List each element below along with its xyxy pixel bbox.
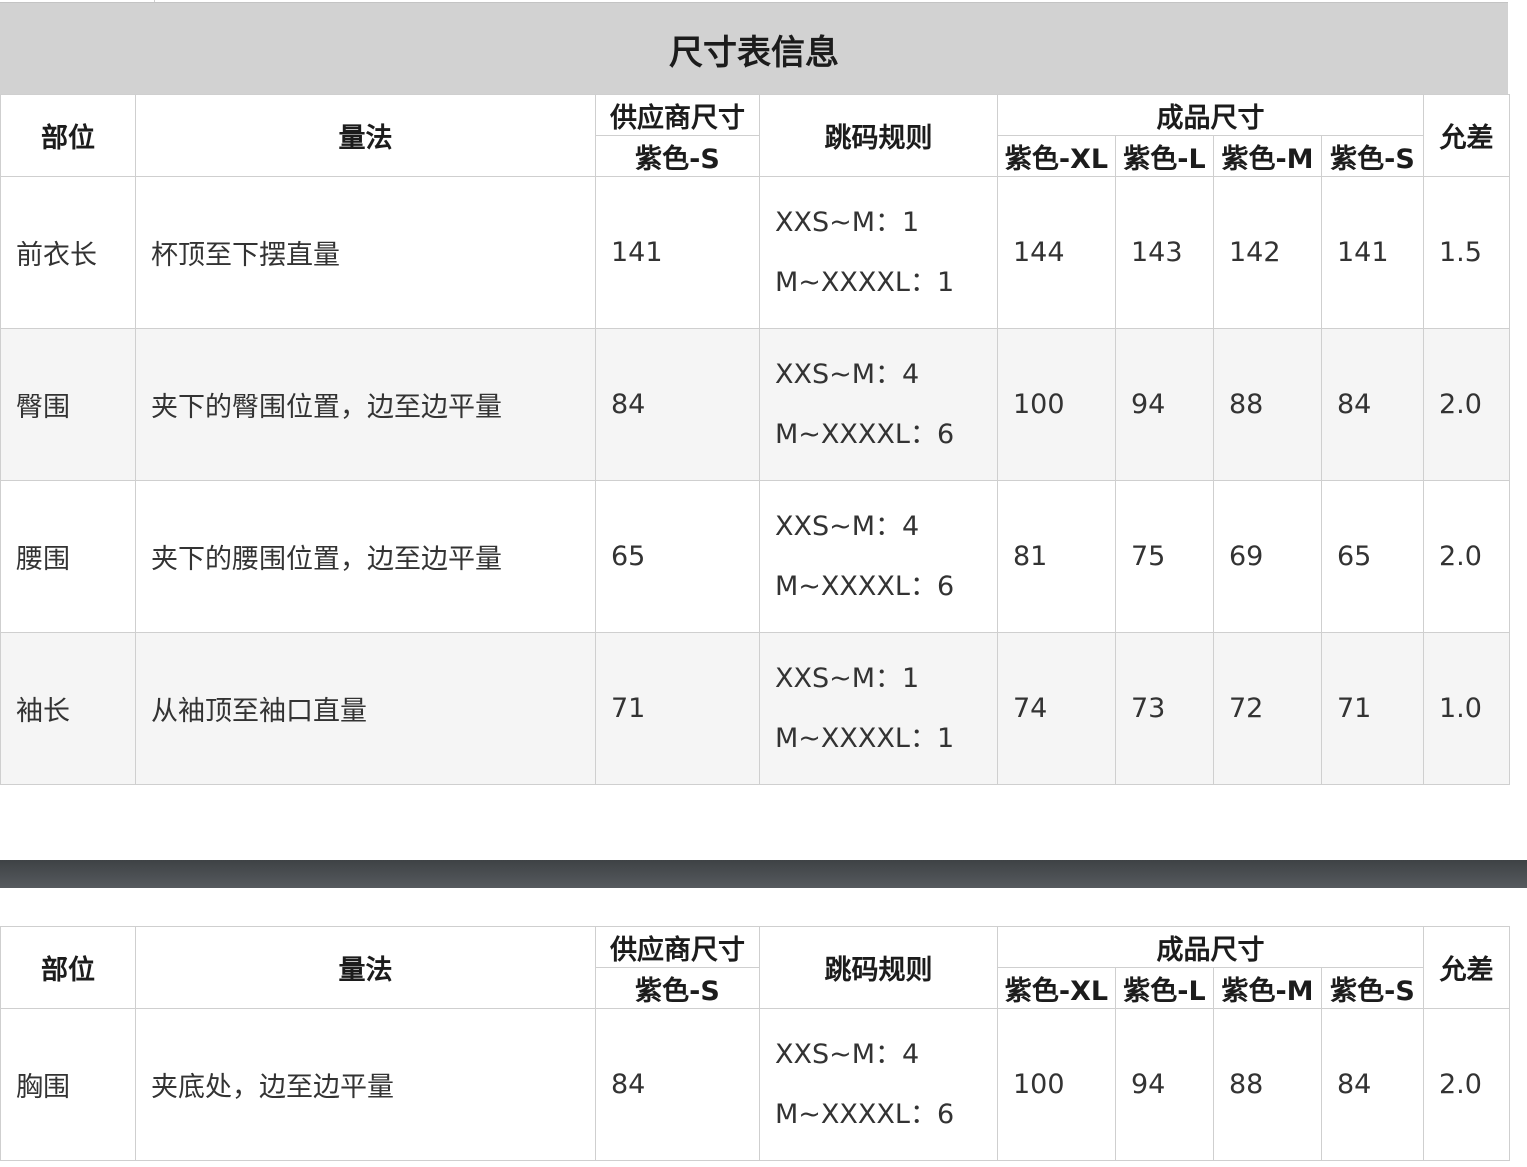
- header-jump-rule: 跳码规则: [759, 926, 998, 1009]
- rule-line: M~XXXXL：1: [775, 266, 955, 298]
- header-supplier-size: 供应商尺寸: [595, 926, 760, 968]
- cell-l: 143: [1115, 176, 1214, 329]
- cell-xl: 100: [997, 1008, 1116, 1161]
- cell-s: 71: [1321, 632, 1424, 785]
- cell-xl: 100: [997, 328, 1116, 481]
- cell-jump-rule: XXS~M：4 M~XXXXL：6: [759, 1008, 998, 1161]
- header-variant-xl: 紫色-XL: [997, 135, 1116, 177]
- cell-l: 94: [1115, 1008, 1214, 1161]
- header-variant-xl: 紫色-XL: [997, 967, 1116, 1009]
- cell-supplier: 84: [595, 1008, 760, 1161]
- cell-tolerance: 2.0: [1423, 1008, 1510, 1161]
- header-method: 量法: [135, 94, 596, 177]
- cell-part: 前衣长: [0, 176, 136, 329]
- section-separator: [0, 860, 1527, 888]
- cell-xl: 144: [997, 176, 1116, 329]
- cell-supplier: 84: [595, 328, 760, 481]
- header-part: 部位: [0, 94, 136, 177]
- header-method: 量法: [135, 926, 596, 1009]
- cell-method: 夹下的腰围位置，边至边平量: [135, 480, 596, 633]
- header-supplier-variant: 紫色-S: [595, 967, 760, 1009]
- header-variant-l: 紫色-L: [1115, 135, 1214, 177]
- cell-l: 75: [1115, 480, 1214, 633]
- cell-tolerance: 1.0: [1423, 632, 1510, 785]
- cell-method: 夹底处，边至边平量: [135, 1008, 596, 1161]
- rule-line: XXS~M：4: [775, 510, 920, 542]
- header-jump-rule: 跳码规则: [759, 94, 998, 177]
- table-row: 臀围 夹下的臀围位置，边至边平量 84 XXS~M：4 M~XXXXL：6 10…: [0, 328, 1510, 481]
- cell-supplier: 65: [595, 480, 760, 633]
- cell-method: 夹下的臀围位置，边至边平量: [135, 328, 596, 481]
- header-tolerance: 允差: [1423, 94, 1510, 177]
- cell-part: 腰围: [0, 480, 136, 633]
- cell-part: 胸围: [0, 1008, 136, 1161]
- header-part: 部位: [0, 926, 136, 1009]
- rule-line: XXS~M：1: [775, 206, 920, 238]
- header-variant-l: 紫色-L: [1115, 967, 1214, 1009]
- size-table-2: 部位 量法 供应商尺寸 跳码规则 成品尺寸 允差 紫色-S 紫色-XL 紫色-L…: [0, 926, 1510, 1161]
- cell-m: 72: [1213, 632, 1322, 785]
- table-row: 胸围 夹底处，边至边平量 84 XXS~M：4 M~XXXXL：6 100 94…: [0, 1008, 1510, 1161]
- cell-part: 袖长: [0, 632, 136, 785]
- cell-method: 杯顶至下摆直量: [135, 176, 596, 329]
- rule-line: XXS~M：1: [775, 662, 920, 694]
- header-variant-s: 紫色-S: [1321, 967, 1424, 1009]
- cell-part: 臀围: [0, 328, 136, 481]
- header-finished-size: 成品尺寸: [997, 926, 1424, 968]
- rule-line: M~XXXXL：6: [775, 570, 955, 602]
- cell-s: 65: [1321, 480, 1424, 633]
- cell-s: 141: [1321, 176, 1424, 329]
- table-row: 腰围 夹下的腰围位置，边至边平量 65 XXS~M：4 M~XXXXL：6 81…: [0, 480, 1510, 633]
- rule-line: M~XXXXL：1: [775, 722, 955, 754]
- table-row: 袖长 从袖顶至袖口直量 71 XXS~M：1 M~XXXXL：1 74 73 7…: [0, 632, 1510, 785]
- cell-tolerance: 2.0: [1423, 328, 1510, 481]
- rule-line: XXS~M：4: [775, 1038, 920, 1070]
- cell-supplier: 141: [595, 176, 760, 329]
- cell-s: 84: [1321, 328, 1424, 481]
- cell-s: 84: [1321, 1008, 1424, 1161]
- cell-l: 94: [1115, 328, 1214, 481]
- table-row: 前衣长 杯顶至下摆直量 141 XXS~M：1 M~XXXXL：1 144 14…: [0, 176, 1510, 329]
- cell-jump-rule: XXS~M：4 M~XXXXL：6: [759, 480, 998, 633]
- cell-tolerance: 2.0: [1423, 480, 1510, 633]
- size-table-1: 部位 量法 供应商尺寸 跳码规则 成品尺寸 允差 紫色-S 紫色-XL 紫色-L…: [0, 94, 1510, 785]
- cell-tolerance: 1.5: [1423, 176, 1510, 329]
- cell-jump-rule: XXS~M：1 M~XXXXL：1: [759, 176, 998, 329]
- cell-m: 69: [1213, 480, 1322, 633]
- cell-method: 从袖顶至袖口直量: [135, 632, 596, 785]
- header-variant-m: 紫色-M: [1213, 967, 1322, 1009]
- cell-m: 88: [1213, 328, 1322, 481]
- rule-line: XXS~M：4: [775, 358, 920, 390]
- header-variant-s: 紫色-S: [1321, 135, 1424, 177]
- cell-xl: 74: [997, 632, 1116, 785]
- cell-jump-rule: XXS~M：1 M~XXXXL：1: [759, 632, 998, 785]
- cell-supplier: 71: [595, 632, 760, 785]
- cell-xl: 81: [997, 480, 1116, 633]
- rule-line: M~XXXXL：6: [775, 418, 955, 450]
- cell-jump-rule: XXS~M：4 M~XXXXL：6: [759, 328, 998, 481]
- header-finished-size: 成品尺寸: [997, 94, 1424, 136]
- header-supplier-variant: 紫色-S: [595, 135, 760, 177]
- header-supplier-size: 供应商尺寸: [595, 94, 760, 136]
- rule-line: M~XXXXL：6: [775, 1098, 955, 1130]
- size-chart-title: 尺寸表信息: [0, 2, 1508, 95]
- header-variant-m: 紫色-M: [1213, 135, 1322, 177]
- cell-m: 142: [1213, 176, 1322, 329]
- cell-l: 73: [1115, 632, 1214, 785]
- header-tolerance: 允差: [1423, 926, 1510, 1009]
- cell-m: 88: [1213, 1008, 1322, 1161]
